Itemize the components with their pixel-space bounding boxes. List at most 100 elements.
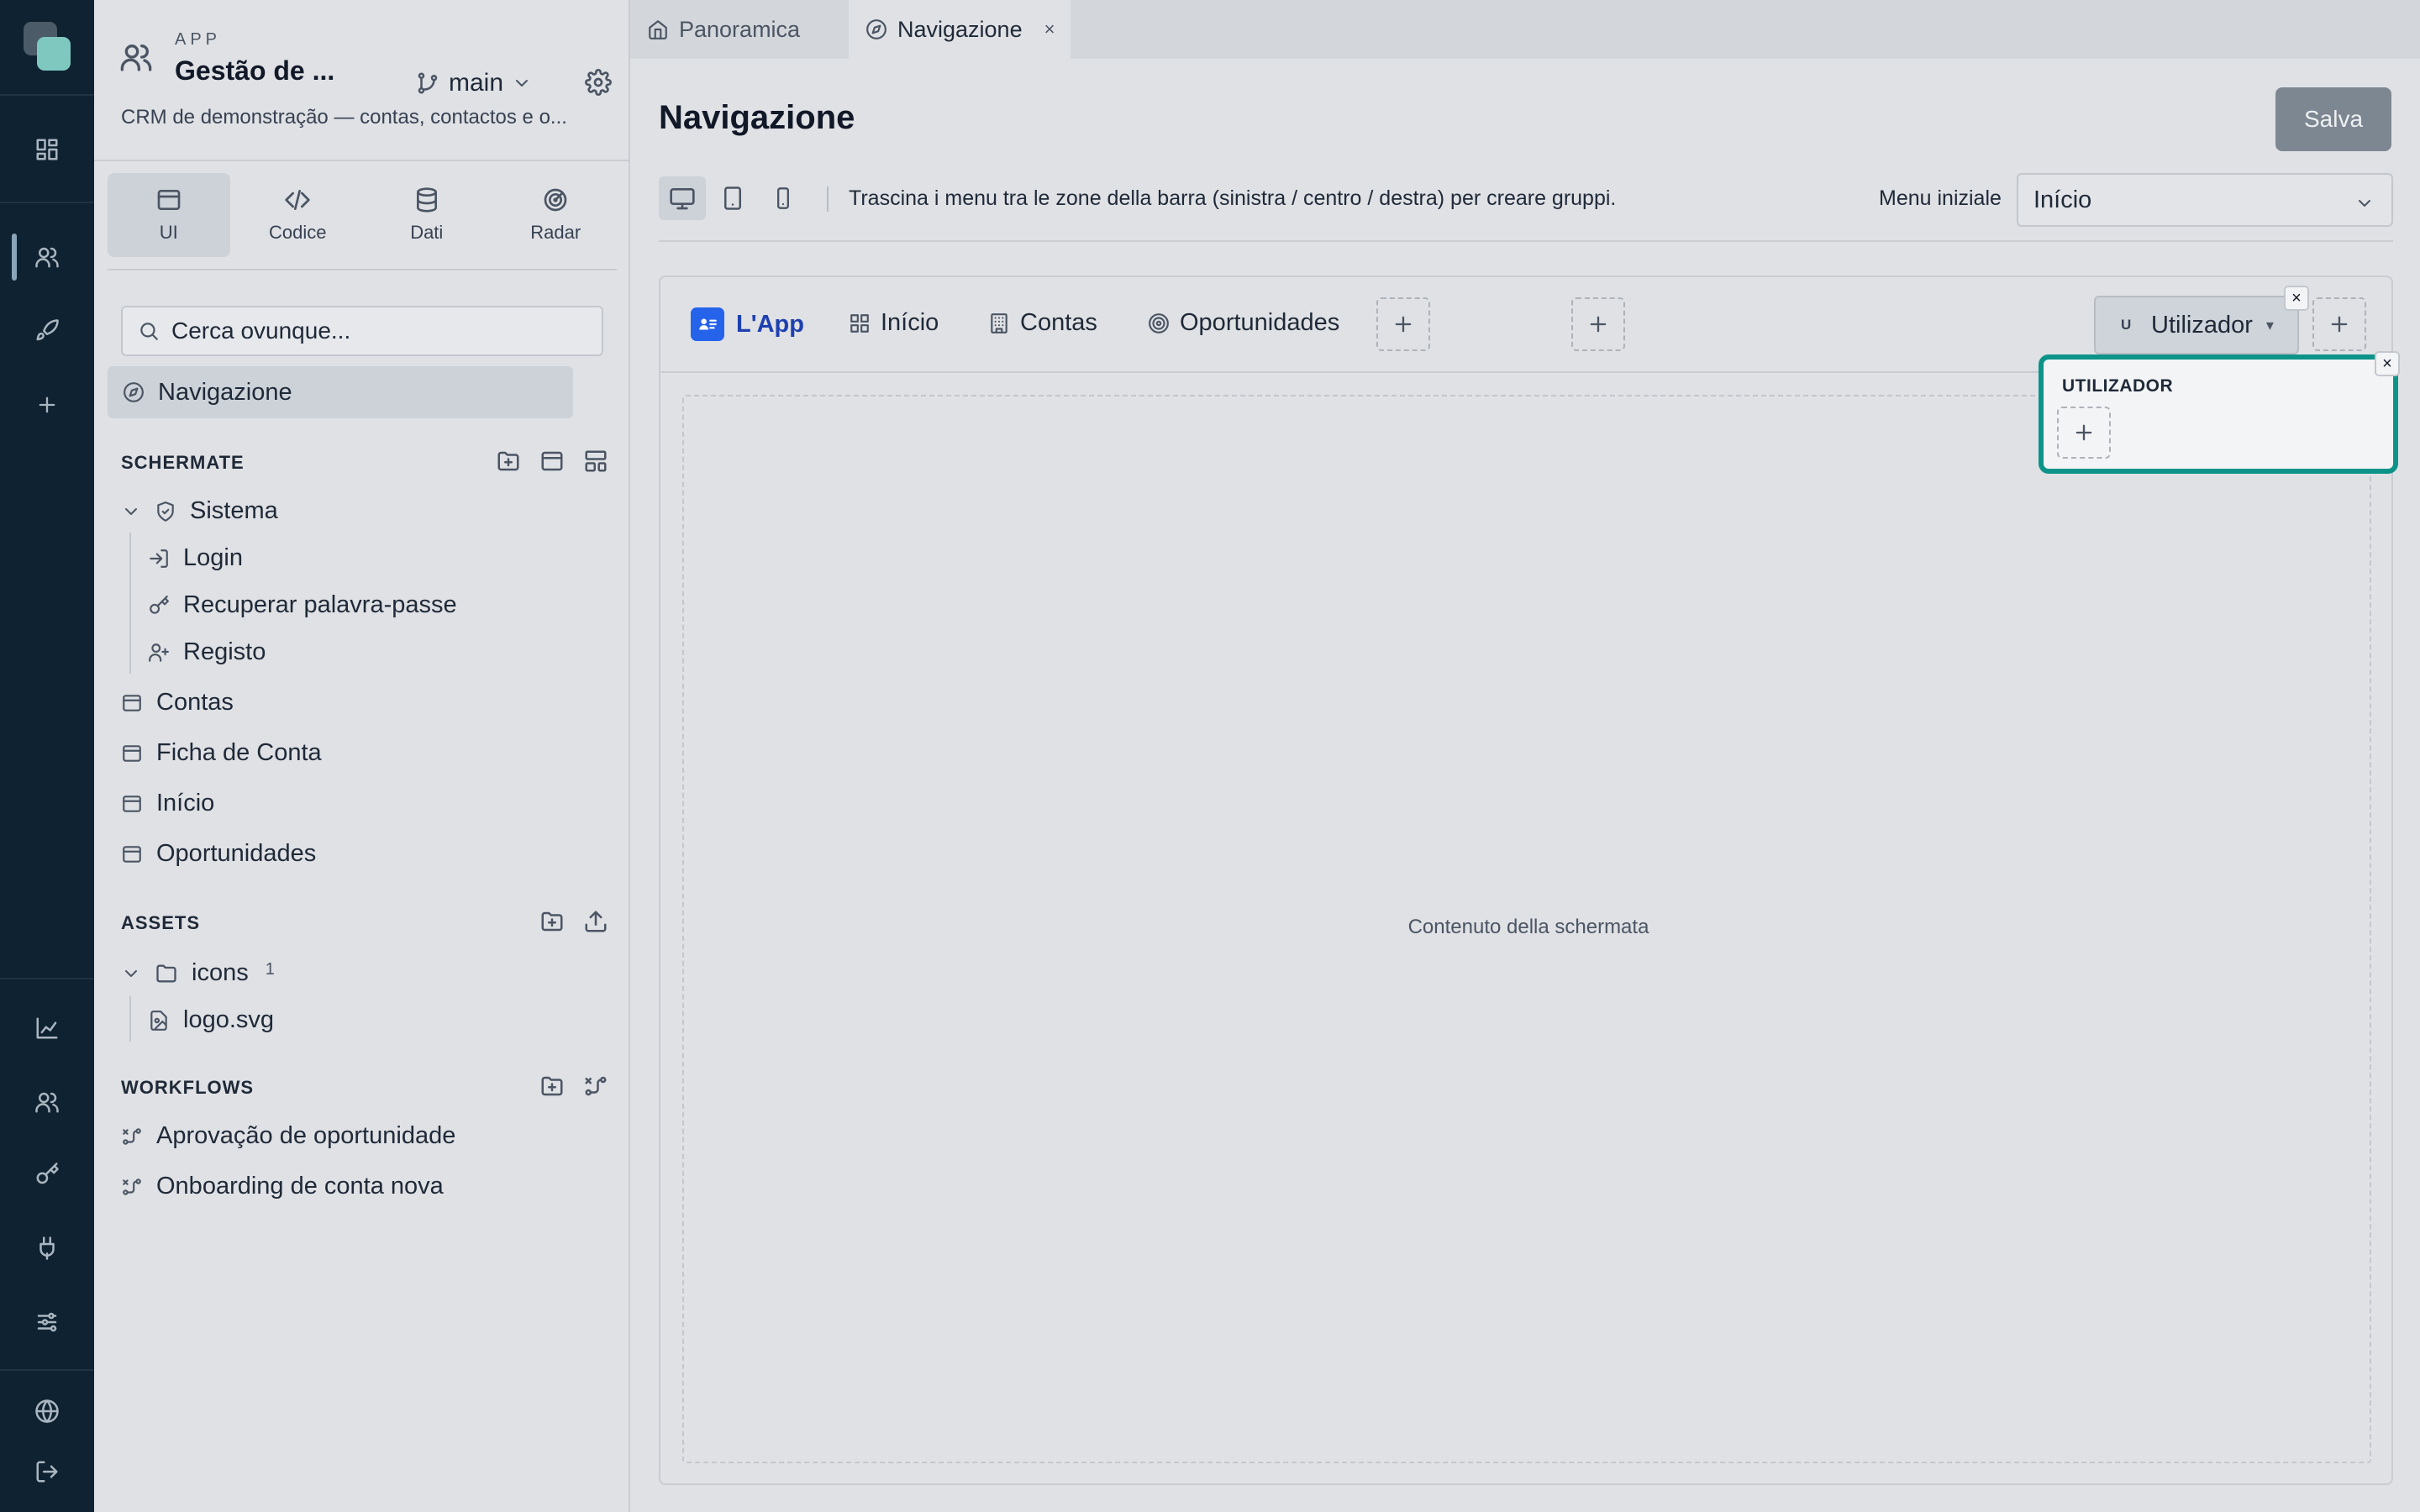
add-left-menu-button[interactable] <box>1376 297 1430 351</box>
initial-menu-select[interactable]: Início <box>2017 173 2393 227</box>
tree-file-logo[interactable]: logo.svg <box>148 1006 274 1034</box>
tree-label: Onboarding de conta nova <box>156 1173 444 1200</box>
preview-brand[interactable]: L'App <box>691 307 804 341</box>
globe-icon[interactable] <box>30 1394 64 1428</box>
logo-icon[interactable] <box>24 22 71 71</box>
mode-ui[interactable]: UI <box>108 173 230 257</box>
preview-nav-inicio[interactable]: Início <box>849 309 939 337</box>
tree-item-recuperar[interactable]: Recuperar palavra-passe <box>148 591 457 619</box>
preview-nav-oportunidades[interactable]: Oportunidades <box>1148 309 1339 337</box>
tab-panoramica[interactable]: Panoramica <box>630 0 847 59</box>
search-icon <box>140 323 158 340</box>
close-dropdown-button[interactable]: × <box>2375 351 2400 376</box>
mobile-view-button[interactable] <box>760 176 807 220</box>
key-icon <box>150 595 169 614</box>
toolbar-divider-line <box>659 240 2393 242</box>
branch-selector[interactable]: main <box>415 69 532 97</box>
mode-dati[interactable]: Dati <box>366 173 488 257</box>
user-menu-dropdown: UTILIZADOR <box>2039 354 2398 474</box>
tree-item-contas[interactable]: Contas <box>121 689 234 717</box>
sidebar-divider <box>94 160 630 161</box>
tab-close-button[interactable]: × <box>1044 18 1055 40</box>
screen-content-label: Contenuto della schermata <box>1407 916 1649 938</box>
save-button[interactable]: Salva <box>2275 87 2391 151</box>
workflow-icon <box>123 1178 141 1195</box>
tree-label: Aprovação de oportunidade <box>156 1122 456 1149</box>
tree-workflow-onboarding[interactable]: Onboarding de conta nova <box>121 1173 444 1200</box>
new-screen-icon[interactable] <box>539 449 565 474</box>
tree-label: Sistema <box>190 497 278 524</box>
dashboard-icon[interactable] <box>30 133 64 166</box>
home-icon <box>649 20 667 39</box>
layout-icon[interactable] <box>583 449 608 474</box>
target-icon <box>1149 312 1169 333</box>
rail-divider <box>0 1369 94 1371</box>
tab-label: Navigazione <box>897 16 1023 42</box>
tree-item-ficha[interactable]: Ficha de Conta <box>121 739 322 767</box>
tree-label: Oportunidades <box>156 840 317 867</box>
mode-label: Radar <box>530 222 581 243</box>
section-workflows-actions <box>539 1074 608 1099</box>
initial-menu-value: Início <box>2033 186 2092 213</box>
tree-item-registo[interactable]: Registo <box>148 638 266 666</box>
tree-label: logo.svg <box>183 1006 275 1033</box>
add-right-menu-button[interactable] <box>2312 297 2366 351</box>
key-icon[interactable] <box>30 1158 64 1191</box>
tree-item-inicio[interactable]: Início <box>121 790 214 817</box>
gear-icon[interactable] <box>585 69 612 96</box>
dashboard-icon <box>850 313 869 333</box>
mode-radar[interactable]: Radar <box>495 173 618 257</box>
logout-icon[interactable] <box>30 1455 64 1488</box>
add-menu-item-button[interactable] <box>2057 407 2111 459</box>
chevron-down-icon <box>125 969 137 977</box>
tree-folder-icons[interactable]: icons 1 <box>121 959 275 987</box>
device-switcher <box>659 176 807 220</box>
tree-item-oportunidades[interactable]: Oportunidades <box>121 840 316 868</box>
folder-count: 1 <box>265 960 275 979</box>
mode-codice[interactable]: Codice <box>237 173 360 257</box>
preview-user-menu[interactable]: U Utilizador ▾ <box>2094 296 2299 354</box>
new-folder-icon[interactable] <box>539 909 565 934</box>
chevron-down-icon <box>125 507 137 515</box>
user-plus-icon <box>149 643 169 662</box>
database-icon <box>416 187 437 213</box>
user-initial: U <box>2121 317 2132 333</box>
users-icon[interactable] <box>30 240 64 274</box>
search-input[interactable] <box>171 318 592 344</box>
plug-icon[interactable] <box>30 1231 64 1265</box>
sidebar-item-navigazione[interactable]: Navigazione <box>108 366 573 418</box>
section-assets-title: ASSETS <box>121 912 201 933</box>
page-title: Navigazione <box>659 99 855 136</box>
upload-icon[interactable] <box>583 909 608 934</box>
plus-icon <box>1590 316 1607 333</box>
tree-group-sistema[interactable]: Sistema <box>121 497 278 525</box>
desktop-view-button[interactable] <box>659 176 706 220</box>
preview-nav-contas[interactable]: Contas <box>988 309 1097 337</box>
analytics-icon[interactable] <box>30 1011 64 1045</box>
code-icon <box>285 190 310 210</box>
app-title[interactable]: Gestão de ... <box>175 55 334 87</box>
remove-user-menu-button[interactable]: × <box>2284 286 2309 311</box>
workflow-icon[interactable] <box>583 1074 608 1099</box>
screen-icon <box>123 845 141 863</box>
plus-icon[interactable] <box>30 388 64 422</box>
sliders-icon[interactable] <box>30 1305 64 1339</box>
app-rail <box>0 0 94 1512</box>
tab-navigazione[interactable]: Navigazione × <box>849 0 1071 59</box>
caret-down-icon: ▾ <box>2265 316 2274 333</box>
team-icon[interactable] <box>30 1085 64 1119</box>
shield-icon <box>157 501 174 522</box>
mode-label: UI <box>159 222 178 243</box>
sidebar-divider <box>108 269 617 270</box>
rocket-icon[interactable] <box>30 314 64 348</box>
add-center-menu-button[interactable] <box>1571 297 1625 351</box>
search-box <box>121 306 603 356</box>
tree-item-login[interactable]: Login <box>148 544 243 572</box>
new-folder-icon[interactable] <box>539 1074 565 1099</box>
sidebar-item-label: Navigazione <box>158 378 292 406</box>
mode-switcher: UI Codice Dati Radar <box>108 173 617 257</box>
editor-tabbar: Panoramica Navigazione × <box>630 0 2420 59</box>
tablet-view-button[interactable] <box>709 176 756 220</box>
new-folder-icon[interactable] <box>496 449 521 474</box>
tree-workflow-aprovacao[interactable]: Aprovação de oportunidade <box>121 1122 455 1150</box>
